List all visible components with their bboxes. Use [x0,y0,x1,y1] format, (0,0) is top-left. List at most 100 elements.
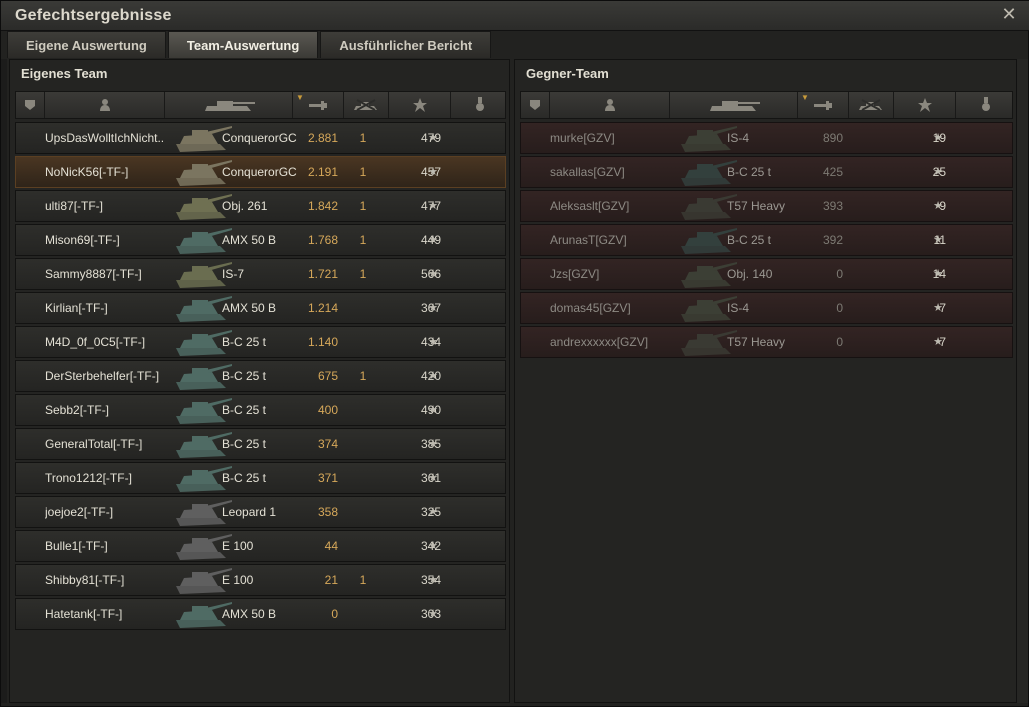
player-row[interactable]: Mison69[-TF-] AMX 50 B 1.768 1 449 ★ [15,224,506,256]
damage-value: 392 [822,233,843,247]
player-row[interactable]: murke[GZV] IS-4 890 19 ★ [520,122,1013,154]
star-icon: ★ [428,608,438,620]
star-icon[interactable] [389,92,451,118]
tab-eigene-auswertung[interactable]: Eigene Auswertung [7,31,166,58]
damage-value: 1.721 [307,267,338,281]
medal-icon[interactable] [451,92,509,118]
tank-icon [172,464,232,494]
damage-icon[interactable]: ▼ [293,92,344,118]
kills-value: 1 [359,267,367,281]
kills-value [858,327,878,357]
player-name: DerSterbehelfer[-TF-] [45,369,160,383]
player-row[interactable]: ArunasT[GZV] B-C 25 t 392 11 ★ [520,224,1013,256]
kills-value: 1 [359,233,367,247]
star-icon: ★ [933,268,943,280]
kills-value [858,191,878,221]
player-row[interactable]: Kirlian[-TF-] AMX 50 B 1.214 367 ★ [15,292,506,324]
kills-value [353,395,373,425]
star-icon: ★ [428,472,438,484]
tank-icon [677,294,737,324]
player-row[interactable]: Trono1212[-TF-] B-C 25 t 371 361 ★ [15,462,506,494]
kills-icon[interactable] [849,92,894,118]
star-icon: ★ [428,268,438,280]
damage-value: 21 [324,573,338,587]
player-row[interactable]: Aleksaslt[GZV] T57 Heavy 393 9 ★ [520,190,1013,222]
star-icon: ★ [428,132,438,144]
kills-value: 1 [359,165,367,179]
star-icon: ★ [933,234,943,246]
player-row[interactable]: andrexxxxxx[GZV] T57 Heavy 0 7 ★ [520,326,1013,358]
player-row[interactable]: domas45[GZV] IS-4 0 7 ★ [520,292,1013,324]
player-name: andrexxxxxx[GZV] [550,335,649,349]
own-team-rows: UpsDasWolltIchNicht.. ConquerorGC 2.881 1 47… [15,122,506,632]
damage-value: 1.140 [307,335,338,349]
star-icon[interactable] [894,92,956,118]
scrollbar[interactable] [1016,59,1028,703]
player-row[interactable]: sakallas[GZV] B-C 25 t 425 25 ★ [520,156,1013,188]
player-row[interactable]: NoNicK56[-TF-] ConquerorGC 2.191 1 457 ★ [15,156,506,188]
player-row[interactable]: UpsDasWolltIchNicht.. ConquerorGC 2.881 1 47… [15,122,506,154]
damage-value: 371 [317,471,338,485]
tab-team-auswertung[interactable]: Team-Auswertung [167,31,319,58]
kills-value [353,327,373,357]
damage-value: 2.191 [307,165,338,179]
left-edge [1,59,7,703]
kills-value [858,259,878,289]
enemy-team-title: Gegner-Team [526,66,609,81]
kills-value: 1 [359,131,367,145]
player-row[interactable]: Sammy8887[-TF-] IS-7 1.721 1 566 ★ [15,258,506,290]
player-row[interactable]: GeneralTotal[-TF-] B-C 25 t 374 385 ★ [15,428,506,460]
player-row[interactable]: Bulle1[-TF-] E 100 44 342 ★ [15,530,506,562]
star-icon: ★ [428,574,438,586]
player-row[interactable]: DerSterbehelfer[-TF-] B-C 25 t 675 1 420 ★ [15,360,506,392]
player-row[interactable]: Sebb2[-TF-] B-C 25 t 400 490 ★ [15,394,506,426]
tank-icon [172,396,232,426]
damage-value: 1.768 [307,233,338,247]
tank-icon[interactable] [670,92,798,118]
player-name: joejoe2[-TF-] [45,505,114,519]
kills-value [858,157,878,187]
player-row[interactable]: M4D_0f_0C5[-TF-] B-C 25 t 1.140 434 ★ [15,326,506,358]
sort-arrow-icon: ▼ [296,93,304,102]
tank-icon[interactable] [165,92,293,118]
player-name: Trono1212[-TF-] [45,471,132,485]
enemy-team-rows: murke[GZV] IS-4 890 19 ★ sakallas[GZV] B-C 25 … [520,122,1013,360]
kills-icon[interactable] [344,92,389,118]
player-row[interactable]: joejoe2[-TF-] Leopard 1 358 325 ★ [15,496,506,528]
battle-results-window: Gefechtsergebnisse ✕ Eigene Auswertung T… [0,0,1029,707]
tab-ausfuehrlicher-bericht[interactable]: Ausführlicher Bericht [320,31,492,58]
tank-icon [172,124,232,154]
medal-icon[interactable] [956,92,1016,118]
tank-icon [172,294,232,324]
player-name: Mison69[-TF-] [45,233,120,247]
player-name: Bulle1[-TF-] [45,539,108,553]
player-row[interactable]: Jzs[GZV] Obj. 140 0 14 ★ [520,258,1013,290]
damage-value: 890 [822,131,843,145]
kills-value: 1 [359,369,367,383]
own-team-title: Eigenes Team [21,66,108,81]
kills-value [858,123,878,153]
player-name: Sammy8887[-TF-] [45,267,142,281]
player-name: Jzs[GZV] [550,267,600,281]
kills-value [353,463,373,493]
player-row[interactable]: Hatetank[-TF-] AMX 50 B 0 303 ★ [15,598,506,630]
player-row[interactable]: Shibby81[-TF-] E 100 21 1 354 ★ [15,564,506,596]
player-icon[interactable] [45,92,165,118]
kills-value: 1 [359,573,367,587]
close-icon[interactable]: ✕ [1000,5,1018,23]
damage-value: 425 [822,165,843,179]
sort-arrow-icon: ▼ [801,93,809,102]
damage-icon[interactable]: ▼ [798,92,849,118]
squad-icon[interactable] [16,92,45,118]
squad-icon[interactable] [521,92,550,118]
player-row[interactable]: ulti87[-TF-] Obj. 261 1.842 1 477 ★ [15,190,506,222]
kills-value: 1 [359,199,367,213]
player-icon[interactable] [550,92,670,118]
damage-value: 0 [836,301,843,315]
star-icon: ★ [428,166,438,178]
kills-value [353,293,373,323]
tank-icon [172,328,232,358]
player-name: UpsDasWolltIchNicht.. [45,131,165,145]
own-team-header: ▼ [15,91,506,119]
tank-icon [172,532,232,562]
